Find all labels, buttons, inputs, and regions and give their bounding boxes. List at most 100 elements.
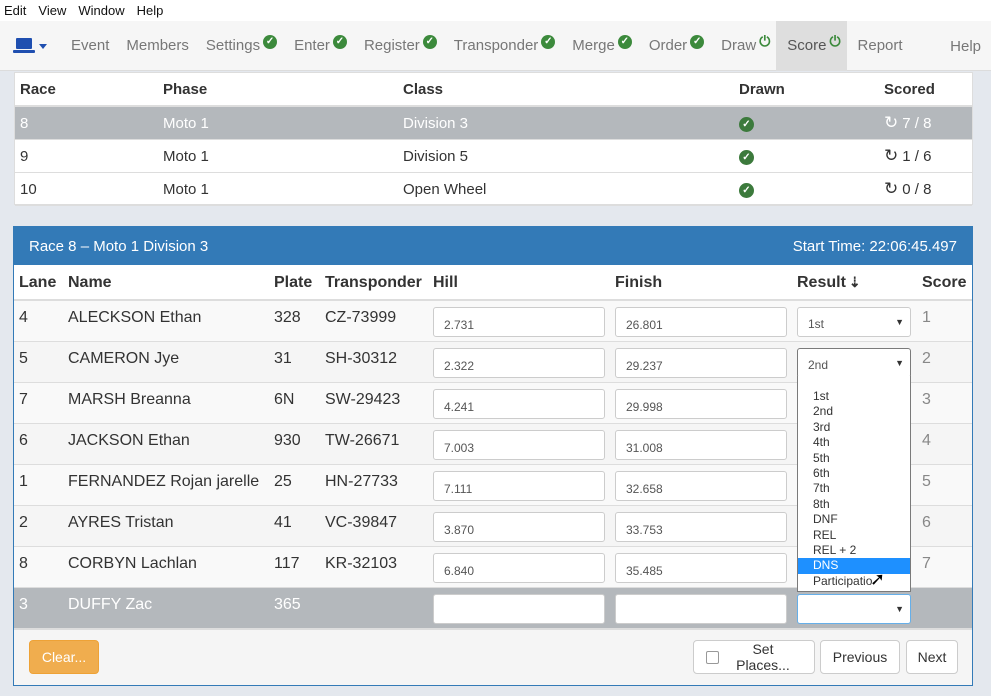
nav-transponder[interactable]: Transponder ✓ — [443, 21, 562, 71]
heat-row[interactable]: 4 ALECKSON Ethan 328 CZ-73999 2.731 26.801 1st… — [14, 301, 972, 342]
nav-settings[interactable]: Settings ✓ — [195, 21, 283, 71]
plate: 930 — [274, 432, 301, 449]
result-option[interactable]: 7th — [798, 481, 910, 496]
next-button[interactable]: Next — [906, 640, 958, 674]
menu-help[interactable]: Help — [131, 3, 170, 18]
nav-members[interactable]: Members — [115, 21, 195, 71]
transponder: VC-39847 — [325, 514, 398, 531]
check-circle-icon: ✓ — [263, 34, 278, 49]
laptop-icon — [13, 37, 35, 54]
col-transponder: Transponder — [325, 274, 422, 291]
hill-time-input[interactable]: 3.870 — [433, 512, 605, 542]
race-number: 9 — [20, 147, 29, 165]
hill-time-input[interactable]: 7.003 — [433, 430, 605, 460]
finish-time-input[interactable]: 29.237 — [615, 348, 787, 378]
set-places-checkbox[interactable] — [706, 650, 719, 664]
brand-menu[interactable] — [0, 21, 60, 71]
finish-time-input[interactable]: 26.801 — [615, 307, 787, 337]
rider-name: CAMERON Jye — [68, 350, 180, 367]
hill-time-input[interactable]: 6.840 — [433, 553, 605, 583]
rider-name: CORBYN Lachlan — [68, 555, 197, 572]
result-option[interactable]: 1st — [798, 389, 910, 404]
nav-event[interactable]: Event — [60, 21, 115, 71]
score-value: 7 — [922, 555, 931, 572]
menu-edit[interactable]: Edit — [0, 3, 32, 18]
result-option[interactable]: DNS — [798, 558, 910, 574]
hill-time-input[interactable]: 4.241 — [433, 389, 605, 419]
result-option[interactable]: 2nd — [798, 404, 910, 419]
col-score: Score — [922, 274, 967, 291]
finish-time-input[interactable]: 35.485 — [615, 553, 787, 583]
refresh-icon: ↻ — [884, 146, 899, 165]
scored-count: 7 / 8 — [902, 115, 932, 132]
race-phase: Moto 1 — [163, 147, 209, 165]
nav-help[interactable]: Help — [950, 21, 981, 71]
nav-merge[interactable]: Merge ✓ — [561, 21, 638, 71]
nav-label: Transponder — [453, 37, 539, 54]
hill-time-input[interactable] — [433, 594, 605, 624]
menu-view[interactable]: View — [32, 3, 72, 18]
race-class: Division 3 — [403, 114, 469, 132]
result-option[interactable]: 5th — [798, 451, 910, 466]
transponder: SH-30312 — [325, 350, 398, 367]
drawn-status: ✓ — [739, 147, 754, 165]
scored-status: ↻ 7 / 8 — [884, 113, 931, 133]
finish-time-input[interactable]: 31.008 — [615, 430, 787, 460]
result-option[interactable]: Participatio — [798, 574, 910, 589]
nav-draw[interactable]: Draw ⏻ — [710, 21, 776, 71]
hill-time-input[interactable]: 7.111 — [433, 471, 605, 501]
col-finish: Finish — [615, 274, 663, 291]
result-dropdown-list[interactable]: 1st 2nd 3rd 4th 5th 6th 7th 8th DNF REL REL + 2 DNS… — [797, 376, 911, 592]
result-select[interactable]: 2nd ▼ — [797, 348, 911, 378]
set-places-button[interactable]: Set Places... — [693, 640, 815, 674]
nav-report[interactable]: Report — [847, 21, 909, 71]
race-row[interactable]: 9 Moto 1 Division 5 ✓ ↻ 1 / 6 — [15, 140, 972, 173]
result-select[interactable]: ▼ — [797, 594, 911, 624]
result-option[interactable]: 4th — [798, 435, 910, 450]
result-select[interactable]: 1st ▼ — [797, 307, 911, 337]
result-option[interactable]: REL + 2 — [798, 543, 910, 558]
plate: 6N — [274, 391, 295, 408]
nav-label: Event — [71, 37, 110, 54]
result-option[interactable]: 3rd — [798, 420, 910, 435]
result-option[interactable]: 8th — [798, 497, 910, 512]
finish-time-input[interactable]: 33.753 — [615, 512, 787, 542]
clear-button[interactable]: Clear... — [29, 640, 99, 674]
transponder: CZ-73999 — [325, 309, 397, 326]
col-race: Race — [20, 80, 56, 98]
result-option[interactable]: REL — [798, 528, 910, 543]
finish-time-input[interactable]: 32.658 — [615, 471, 787, 501]
sort-icon[interactable]: ⇣ — [849, 274, 861, 290]
nav-order[interactable]: Order ✓ — [638, 21, 710, 71]
scored-status: ↻ 0 / 8 — [884, 179, 931, 199]
nav-label: Draw — [721, 37, 757, 54]
result-option[interactable]: DNF — [798, 512, 910, 527]
heat-title: Race 8 – Moto 1 Division 3 — [29, 237, 209, 255]
nav-enter[interactable]: Enter ✓ — [283, 21, 353, 71]
nav-register[interactable]: Register ✓ — [353, 21, 443, 71]
check-circle-icon: ✓ — [332, 34, 347, 49]
race-class: Division 5 — [403, 147, 469, 165]
finish-time-input[interactable] — [615, 594, 787, 624]
race-row[interactable]: 8 Moto 1 Division 3 ✓ ↻ 7 / 8 — [15, 107, 972, 140]
previous-button[interactable]: Previous — [820, 640, 900, 674]
result-option[interactable]: 6th — [798, 466, 910, 481]
plate: 328 — [274, 309, 301, 326]
hill-time-input[interactable]: 2.731 — [433, 307, 605, 337]
hill-time-input[interactable]: 2.322 — [433, 348, 605, 378]
race-row[interactable]: 10 Moto 1 Open Wheel ✓ ↻ 0 / 8 — [15, 173, 972, 206]
plate: 31 — [274, 350, 292, 367]
col-result[interactable]: Result ⇣ — [797, 274, 861, 292]
menu-window[interactable]: Window — [72, 3, 130, 18]
rider-name: JACKSON Ethan — [68, 432, 190, 449]
nav-score[interactable]: Score ⏻ — [776, 20, 847, 71]
check-circle-icon: ✓ — [690, 34, 705, 49]
drawn-status: ✓ — [739, 114, 754, 132]
finish-time-input[interactable]: 29.998 — [615, 389, 787, 419]
heat-footer: Clear... Set Places... Previous Next — [14, 629, 972, 685]
score-value: 6 — [922, 514, 931, 531]
rider-name: MARSH Breanna — [68, 391, 191, 408]
col-lane: Lane — [19, 274, 57, 291]
heat-row[interactable]: 3 DUFFY Zac 365 ▼ — [14, 588, 972, 629]
score-value: 3 — [922, 391, 931, 408]
